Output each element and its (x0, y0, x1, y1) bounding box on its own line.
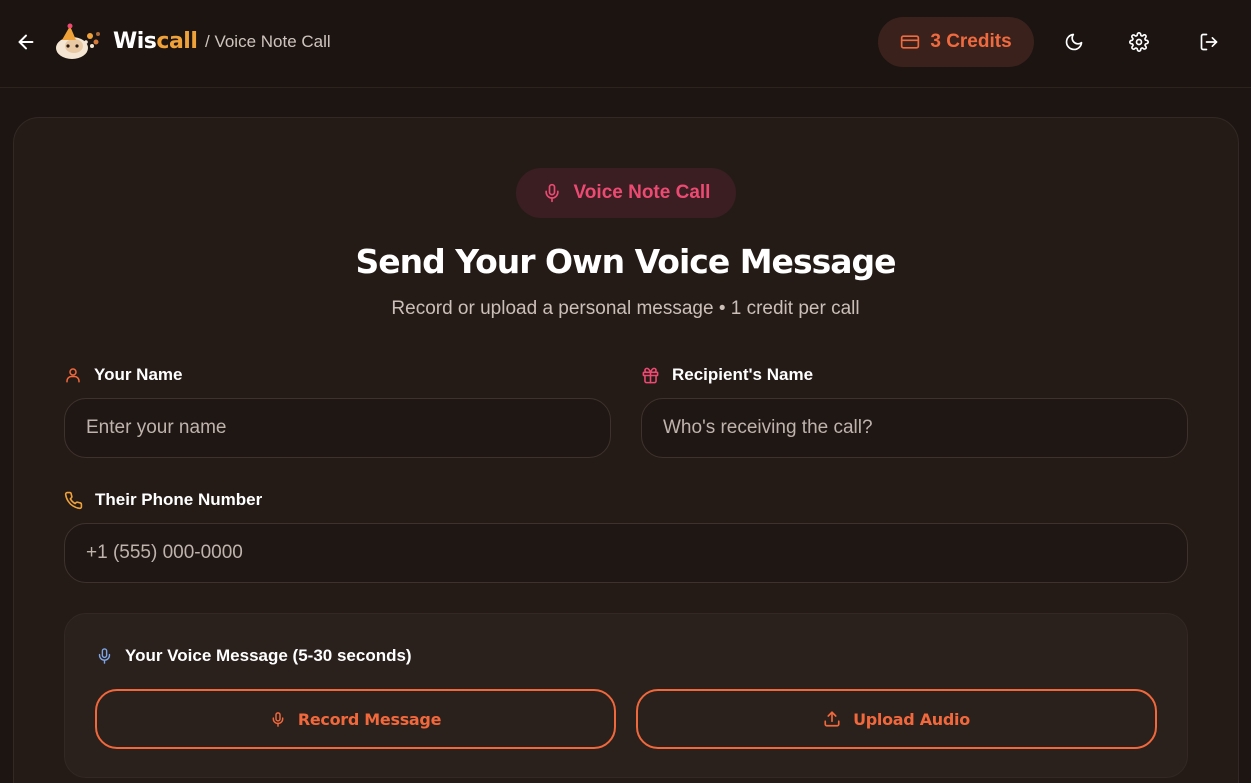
microphone-icon (98, 648, 111, 664)
brand-logo-icon[interactable] (52, 22, 104, 62)
credits-label: 3 Credits (930, 31, 1012, 52)
your-name-label: Your Name (64, 364, 183, 386)
user-icon (66, 368, 80, 383)
microphone-icon (544, 183, 559, 203)
breadcrumb: / Voice Note Call (205, 32, 331, 51)
brand-name[interactable]: Wiscall (113, 28, 198, 56)
credits-button[interactable]: 3 Credits (878, 17, 1034, 67)
logout-icon (1200, 33, 1218, 51)
arrow-left-icon (18, 34, 34, 50)
mode-badge-label: Voice Note Call (573, 182, 711, 203)
recipient-name-label-text: Recipient's Name (672, 365, 814, 384)
your-name-label-text: Your Name (94, 365, 183, 384)
page-title: Send Your Own Voice Message (355, 242, 897, 281)
settings-button[interactable] (1123, 26, 1155, 58)
phone-label: Their Phone Number (64, 489, 262, 511)
phone-icon (64, 491, 83, 509)
voice-message-label-text: Your Voice Message (5-30 seconds) (125, 646, 412, 665)
brand-name-part1: Wis (113, 29, 157, 54)
microphone-icon (272, 711, 284, 727)
recipient-name-input[interactable] (641, 398, 1188, 458)
brand-name-part2: call (156, 29, 198, 54)
theme-toggle-button[interactable] (1058, 26, 1090, 58)
gear-icon (1129, 32, 1149, 52)
upload-audio-button[interactable]: Upload Audio (636, 689, 1157, 749)
moon-icon (1065, 33, 1083, 51)
phone-label-text: Their Phone Number (95, 490, 263, 509)
credit-card-icon (901, 35, 920, 49)
record-message-label: Record Message (297, 709, 442, 729)
mode-badge: Voice Note Call (516, 168, 736, 218)
upload-audio-label: Upload Audio (853, 709, 970, 729)
record-message-button[interactable]: Record Message (95, 689, 616, 749)
recipient-name-label: Recipient's Name (641, 364, 813, 386)
voice-message-label: Your Voice Message (5-30 seconds) (96, 645, 412, 667)
back-button[interactable] (12, 28, 40, 56)
gift-icon (642, 367, 659, 383)
your-name-input[interactable] (64, 398, 611, 458)
top-header: Wiscall / Voice Note Call 3 Credits (0, 0, 1251, 88)
page-subtitle: Record or upload a personal message • 1 … (391, 298, 860, 319)
logout-button[interactable] (1193, 26, 1225, 58)
upload-icon (824, 711, 840, 727)
phone-input[interactable] (64, 523, 1188, 583)
